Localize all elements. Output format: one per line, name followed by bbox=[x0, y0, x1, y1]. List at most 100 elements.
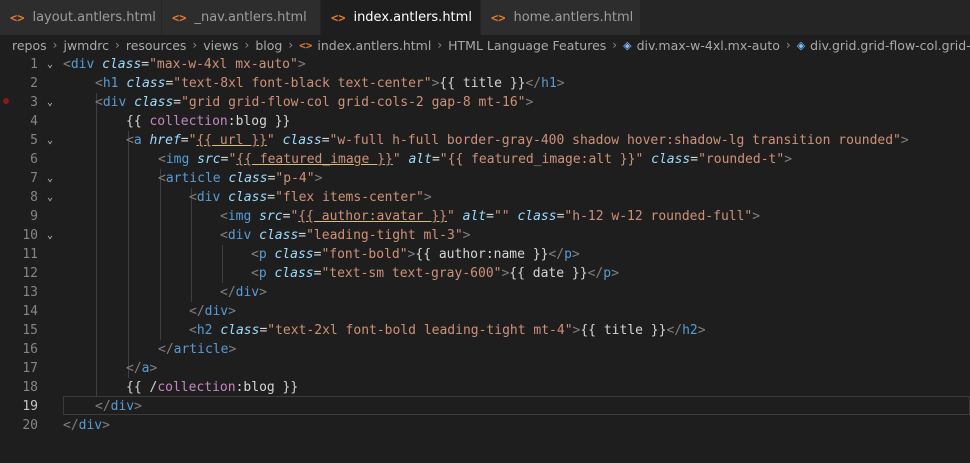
html-file-icon: <> bbox=[299, 38, 313, 52]
code-line: 8 ⌄ <div class="flex items-center"> bbox=[0, 188, 970, 207]
tab-label: _nav.antlers.html bbox=[194, 10, 307, 25]
tab-nav[interactable]: <> _nav.antlers.html bbox=[162, 0, 321, 35]
breadcrumb-item[interactable]: jwmdrc bbox=[63, 38, 109, 53]
code-line: 3 ⌄ <div class="grid grid-flow-col grid-… bbox=[0, 93, 970, 112]
breadcrumb-file[interactable]: <> index.antlers.html bbox=[299, 38, 431, 53]
code-line-current: 19 </div> bbox=[0, 397, 970, 416]
breadcrumb-item[interactable]: views bbox=[203, 38, 238, 53]
breadcrumb-file-label: index.antlers.html bbox=[317, 37, 432, 53]
code-line: 13 </div> bbox=[0, 283, 970, 302]
line-number: 15 bbox=[22, 323, 38, 338]
fold-chevron-icon[interactable]: ⌄ bbox=[44, 192, 56, 203]
code-line: 16 </article> bbox=[0, 340, 970, 359]
line-number: 3 bbox=[30, 95, 38, 110]
tab-label: home.antlers.html bbox=[513, 10, 634, 25]
code-line: 18 {{ /collection:blog }} bbox=[0, 378, 970, 397]
code-line: 1 ⌄ <div class="max-w-4xl mx-auto"> bbox=[0, 55, 970, 74]
fold-chevron-icon[interactable]: ⌄ bbox=[44, 59, 56, 70]
chevron-right-icon: › bbox=[244, 38, 250, 52]
chevron-right-icon: › bbox=[115, 38, 120, 52]
code-line: 12 <p class="text-sm text-gray-600">{{ d… bbox=[0, 264, 970, 283]
line-number: 8 bbox=[30, 190, 38, 205]
fold-chevron-icon[interactable]: ⌄ bbox=[44, 97, 56, 108]
line-number: 5 bbox=[30, 133, 38, 148]
code-line: 9 <img src="{{ author:avatar }}" alt="" … bbox=[0, 207, 970, 226]
html-file-icon: <> bbox=[10, 10, 25, 25]
breadcrumb-item[interactable]: repos bbox=[12, 38, 47, 53]
line-number: 10 bbox=[22, 228, 38, 243]
chevron-right-icon: › bbox=[437, 38, 443, 52]
breadcrumb-symbol[interactable]: ◈ div.grid.grid-flow-col.grid-cols-2.gap bbox=[797, 38, 970, 53]
tab-home[interactable]: <> home.antlers.html bbox=[481, 0, 641, 35]
code-text: </div> bbox=[95, 399, 142, 414]
code-line: 11 <p class="font-bold">{{ author:name }… bbox=[0, 245, 970, 264]
code-line: 17 </a> bbox=[0, 359, 970, 378]
chevron-right-icon: › bbox=[192, 38, 198, 52]
code-text: <a href="{{ url }}" class="w-full h-full… bbox=[126, 133, 909, 148]
code-text: <div class="flex items-center"> bbox=[189, 190, 432, 205]
html-file-icon: <> bbox=[491, 10, 506, 25]
code-text: <h2 class="text-2xl font-bold leading-ti… bbox=[189, 323, 706, 338]
code-line: 5 ⌄ <a href="{{ url }}" class="w-full h-… bbox=[0, 131, 970, 150]
chevron-right-icon: › bbox=[785, 38, 791, 52]
code-text: {{ collection:blog }} bbox=[126, 114, 291, 129]
html-file-icon: <> bbox=[172, 10, 187, 25]
tab-index[interactable]: <> index.antlers.html bbox=[321, 0, 481, 35]
tab-layout[interactable]: <> layout.antlers.html bbox=[0, 0, 162, 35]
code-text: <h1 class="text-8xl font-black text-cent… bbox=[95, 76, 565, 91]
fold-chevron-icon[interactable]: ⌄ bbox=[44, 173, 56, 184]
line-number: 1 bbox=[30, 57, 38, 72]
line-number: 9 bbox=[30, 209, 38, 224]
code-line: 10 ⌄ <div class="leading-tight ml-3"> bbox=[0, 226, 970, 245]
line-number: 20 bbox=[22, 418, 38, 433]
breadcrumb-item[interactable]: blog bbox=[255, 38, 282, 53]
tab-label: index.antlers.html bbox=[353, 10, 472, 25]
code-text: <div class="max-w-4xl mx-auto"> bbox=[63, 57, 306, 72]
code-editor[interactable]: 1 ⌄ <div class="max-w-4xl mx-auto"> 2 <h… bbox=[0, 55, 970, 463]
breadcrumb-symbol[interactable]: ◈ div.max-w-4xl.mx-auto bbox=[623, 38, 780, 53]
chevron-right-icon: › bbox=[52, 38, 58, 52]
breadcrumb-item[interactable]: resources bbox=[126, 38, 187, 53]
tab-label: layout.antlers.html bbox=[32, 10, 156, 25]
code-text: </div> bbox=[189, 304, 236, 319]
code-line: 20 </div> bbox=[0, 416, 970, 435]
code-text: </article> bbox=[158, 342, 237, 357]
breadcrumb-symbol-label: div.max-w-4xl.mx-auto bbox=[636, 37, 780, 53]
line-number: 19 bbox=[22, 399, 38, 414]
html-file-icon: <> bbox=[331, 10, 346, 25]
code-text: </div> bbox=[220, 285, 267, 300]
code-text: <img src="{{ featured_image }}" alt="{{ … bbox=[158, 152, 793, 167]
code-line: 6 <img src="{{ featured_image }}" alt="{… bbox=[0, 150, 970, 169]
breadcrumb: repos › jwmdrc › resources › views › blo… bbox=[0, 35, 970, 55]
fold-chevron-icon[interactable]: ⌄ bbox=[44, 230, 56, 241]
code-text: <article class="p-4"> bbox=[158, 171, 323, 186]
line-number: 14 bbox=[22, 304, 38, 319]
code-text: {{ /collection:blog }} bbox=[126, 380, 299, 395]
line-number: 12 bbox=[22, 266, 38, 281]
code-line: 15 <h2 class="text-2xl font-bold leading… bbox=[0, 321, 970, 340]
code-text: </div> bbox=[63, 418, 110, 433]
line-number: 6 bbox=[30, 152, 38, 167]
code-line: 14 </div> bbox=[0, 302, 970, 321]
chevron-right-icon: › bbox=[288, 38, 294, 52]
code-text: <p class="font-bold">{{ author:name }}</… bbox=[251, 247, 580, 262]
line-number: 2 bbox=[30, 76, 38, 91]
breadcrumb-symbol-label: div.grid.grid-flow-col.grid-cols-2.gap bbox=[810, 37, 970, 53]
symbol-cube-icon: ◈ bbox=[796, 38, 806, 52]
code-text: <div class="leading-tight ml-3"> bbox=[220, 228, 471, 243]
code-text: <img src="{{ author:avatar }}" alt="" cl… bbox=[220, 209, 761, 224]
code-text: </a> bbox=[126, 361, 158, 376]
code-line: 7 ⌄ <article class="p-4"> bbox=[0, 169, 970, 188]
fold-chevron-icon[interactable]: ⌄ bbox=[44, 135, 56, 146]
chevron-right-icon: › bbox=[612, 38, 618, 52]
line-number: 17 bbox=[22, 361, 38, 376]
symbol-cube-icon: ◈ bbox=[623, 38, 632, 52]
breadcrumb-language[interactable]: HTML Language Features bbox=[448, 38, 606, 53]
code-line: 4 {{ collection:blog }} bbox=[0, 112, 970, 131]
code-text: <p class="text-sm text-gray-600">{{ date… bbox=[251, 266, 619, 281]
editor-tab-bar: <> layout.antlers.html <> _nav.antlers.h… bbox=[0, 0, 970, 35]
line-number: 16 bbox=[22, 342, 38, 357]
code-text: <div class="grid grid-flow-col grid-cols… bbox=[95, 95, 534, 110]
line-number: 13 bbox=[22, 285, 38, 300]
line-number: 11 bbox=[22, 247, 38, 262]
